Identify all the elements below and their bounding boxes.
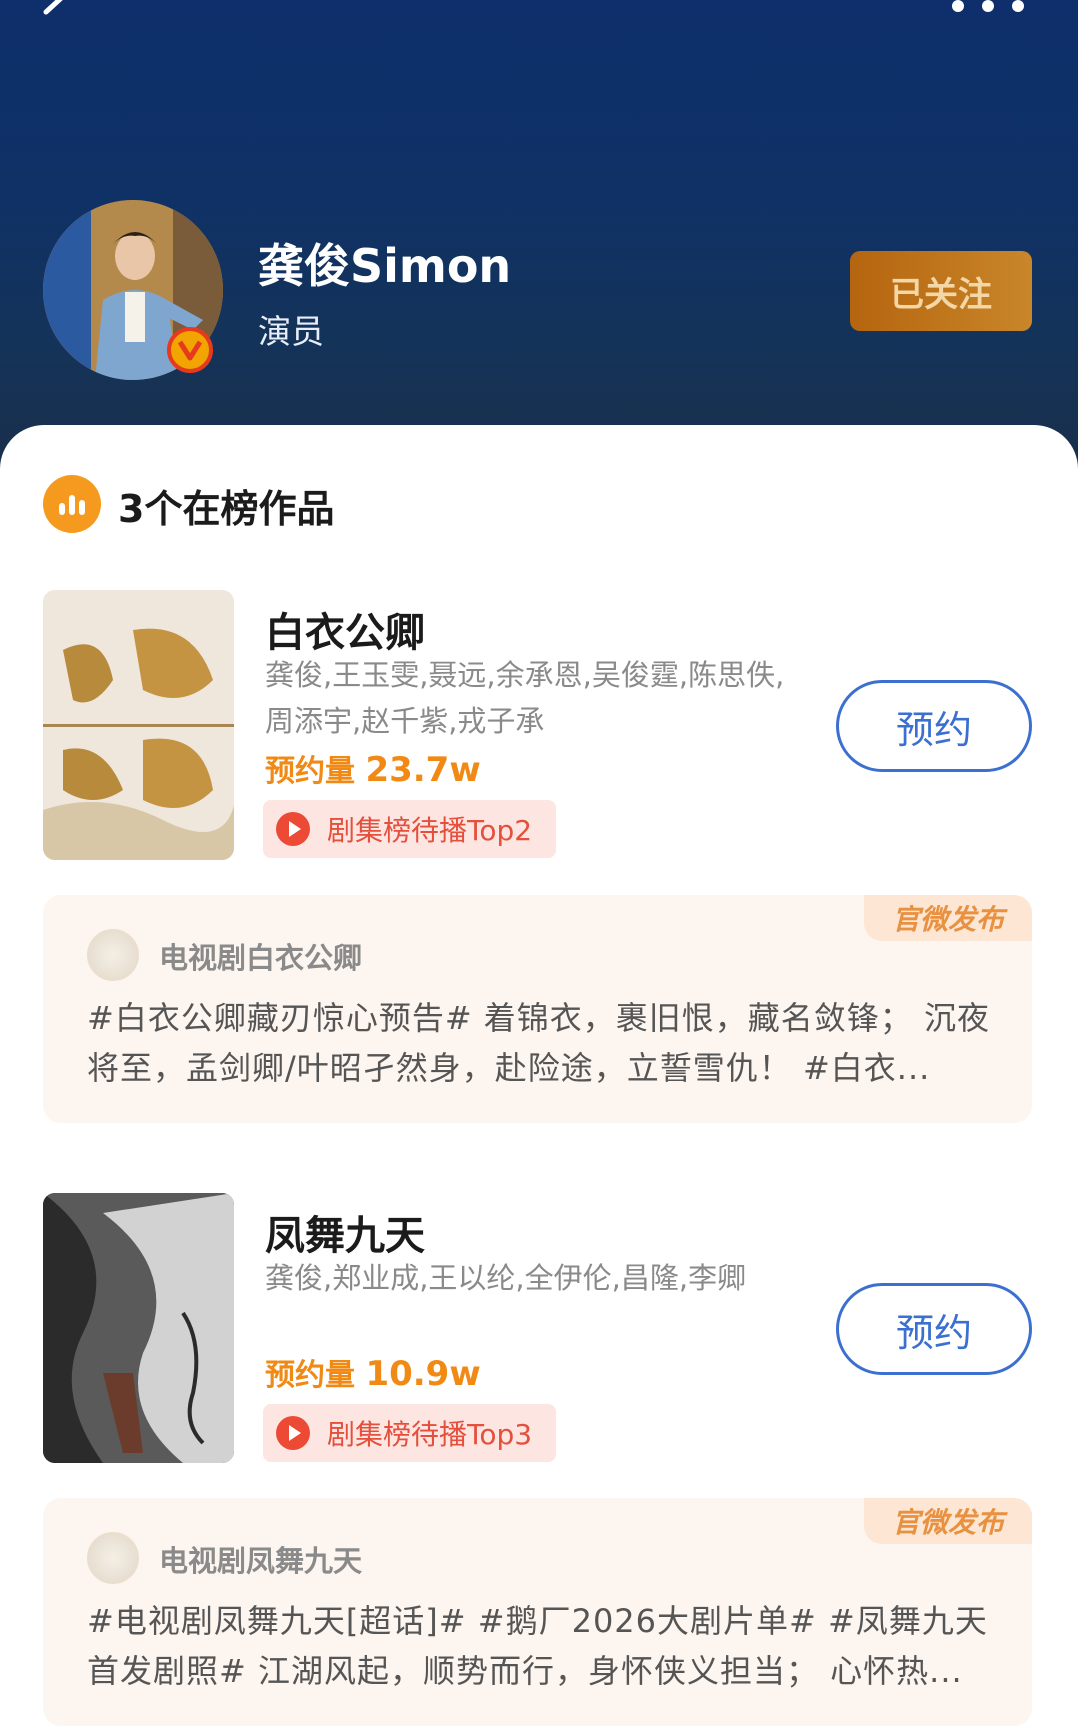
drama-title[interactable]: 凤舞九天	[265, 1203, 425, 1261]
drama-cast: 龚俊,郑业成,王以纶,全伊伦,昌隆,李卿	[265, 1255, 825, 1301]
profile-name: 龚俊Simon	[258, 239, 512, 293]
official-post-badge: 官微发布	[864, 1498, 1032, 1544]
profile-header: 龚俊Simon 演员 已关注	[0, 0, 1078, 480]
post-account-name[interactable]: 电视剧白衣公卿	[159, 935, 362, 977]
reserve-value: 23.7w	[365, 750, 481, 790]
drama-poster[interactable]	[43, 1193, 234, 1463]
rank-tag[interactable]: 剧集榜待播Top2	[263, 800, 557, 858]
drama-cast: 龚俊,王玉雯,聂远,余承恩,吴俊霆,陈思佚, 周添宇,赵千紫,戎子承	[265, 652, 825, 744]
reserve-value: 10.9w	[365, 1354, 481, 1394]
reserve-button[interactable]: 预约	[836, 680, 1032, 772]
official-post[interactable]: 官微发布 电视剧凤舞九天 #电视剧凤舞九天[超话]# #鹅厂2026大剧片单# …	[43, 1498, 1032, 1726]
drama-poster[interactable]	[43, 590, 234, 860]
verified-v-icon	[167, 327, 213, 373]
account-avatar[interactable]	[87, 1532, 139, 1584]
reserve-label: 预约量	[265, 1358, 355, 1393]
cast-line: 龚俊,王玉雯,聂远,余承恩,吴俊霆,陈思佚,	[265, 658, 785, 692]
play-icon	[276, 1416, 310, 1450]
post-account-name[interactable]: 电视剧凤舞九天	[159, 1538, 362, 1580]
reserve-count: 预约量 23.7w	[265, 746, 481, 790]
section-title: 3个在榜作品	[118, 487, 335, 531]
drama-title[interactable]: 白衣公卿	[265, 600, 425, 658]
account-avatar[interactable]	[87, 929, 139, 981]
cast-line: 龚俊,郑业成,王以纶,全伊伦,昌隆,李卿	[265, 1261, 747, 1295]
post-text: #电视剧凤舞九天[超话]# #鹅厂2026大剧片单# #凤舞九天首发剧照# 江湖…	[87, 1602, 988, 1690]
reserve-button[interactable]: 预约	[836, 1283, 1032, 1375]
rank-tag-label: 剧集榜待播Top3	[327, 1418, 533, 1451]
reserve-count: 预约量 10.9w	[265, 1350, 481, 1394]
official-post[interactable]: 官微发布 电视剧白衣公卿 #白衣公卿藏刃惊心预告# 着锦衣，裹旧恨，藏名敛锋； …	[43, 895, 1032, 1123]
bar-chart-icon	[43, 475, 101, 533]
rank-tag-label: 剧集榜待播Top2	[327, 814, 533, 847]
back-arrow-icon[interactable]	[34, 0, 94, 42]
reserve-label: 预约量	[265, 754, 355, 789]
official-post-badge: 官微发布	[864, 895, 1032, 941]
rank-tag[interactable]: 剧集榜待播Top3	[263, 1404, 557, 1462]
more-dots-icon[interactable]	[948, 0, 1028, 16]
follow-button[interactable]: 已关注	[850, 251, 1032, 331]
play-icon	[276, 812, 310, 846]
post-text: #白衣公卿藏刃惊心预告# 着锦衣，裹旧恨，藏名敛锋； 沉夜将至，孟剑卿/叶昭孑然…	[87, 999, 990, 1087]
cast-line: 周添宇,赵千紫,戎子承	[265, 704, 545, 738]
profile-role: 演员	[258, 312, 324, 351]
